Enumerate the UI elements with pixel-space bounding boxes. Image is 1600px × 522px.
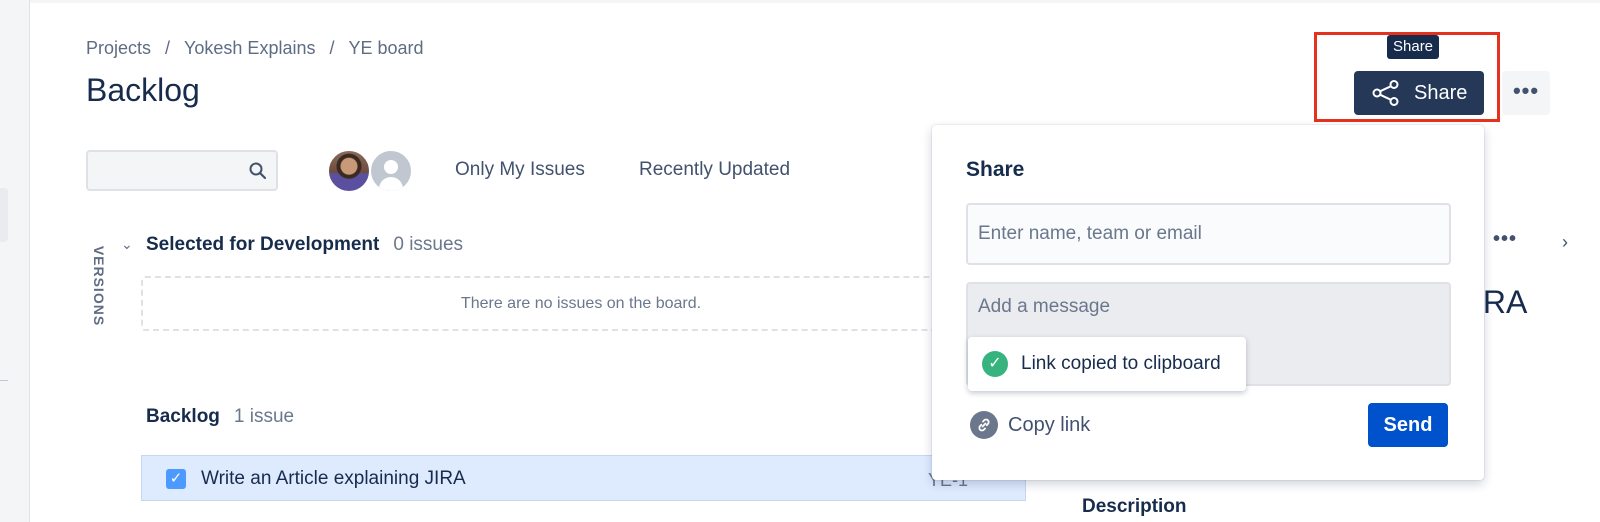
filter-recently-updated[interactable]: Recently Updated [639,159,790,181]
breadcrumb-board[interactable]: YE board [349,38,424,59]
versions-tab-label: VERSIONS [91,245,107,327]
link-copied-toast: ✓ Link copied to clipboard [968,337,1246,391]
search-input[interactable] [86,150,278,191]
avatar-body-shape [379,177,403,191]
versions-panel-tab[interactable]: VERSIONS [88,244,110,334]
top-divider [30,0,1600,3]
breadcrumb-project[interactable]: Yokesh Explains [184,38,315,59]
backlog-name: Backlog [146,406,220,427]
filter-only-my-issues[interactable]: Only My Issues [455,159,585,181]
empty-sprint-dropzone: There are no issues on the board. [141,276,1021,331]
toast-message: Link copied to clipboard [1021,353,1221,374]
share-tooltip: Share [1387,35,1440,59]
recipients-input[interactable] [966,203,1451,265]
sidebar-divider [0,380,8,381]
send-button[interactable]: Send [1368,403,1448,447]
success-check-icon: ✓ [982,351,1008,377]
breadcrumb: Projects / Yokesh Explains / YE board [86,38,424,59]
search-icon [249,162,267,180]
avatar-head-shape [384,160,398,174]
share-dialog: Share ✓ Link copied to clipboard Copy li… [932,125,1484,480]
backlog-issue-count: 1 issue [233,406,295,427]
task-type-icon: ✓ [166,469,186,489]
user-avatar[interactable] [327,149,371,193]
link-icon [970,411,998,439]
copy-link-button[interactable]: Copy link [970,410,1090,440]
share-dialog-title: Share [966,158,1025,181]
backlog-header: Backlog 1 issue [146,406,294,428]
breadcrumb-projects[interactable]: Projects [86,38,151,59]
share-button[interactable]: Share [1354,71,1484,115]
chevron-right-icon[interactable]: › [1562,232,1568,253]
more-actions-button[interactable]: ••• [1502,71,1550,115]
issue-summary: Write an Article explaining JIRA [201,468,466,489]
share-icon [1372,80,1399,106]
unassigned-avatar[interactable] [369,149,413,193]
sprint-name: Selected for Development [146,234,380,255]
sidebar-collapse-handle[interactable] [0,188,8,242]
sprint-issue-count: 0 issues [393,234,464,255]
share-button-label: Share [1414,82,1468,104]
sprint-header: Selected for Development 0 issues [146,234,463,256]
left-sidebar-rail [0,0,30,522]
chevron-down-icon[interactable]: ⌄ [121,236,133,253]
page-title: Backlog [86,72,200,108]
copy-link-label: Copy link [1008,413,1091,436]
table-row[interactable]: ✓ Write an Article explaining JIRA YE-1 [141,455,1026,501]
breadcrumb-separator: / [165,38,171,58]
detail-description-label: Description [1082,496,1187,517]
breadcrumb-separator: / [329,38,335,58]
detail-more-icon[interactable]: ••• [1493,228,1517,251]
